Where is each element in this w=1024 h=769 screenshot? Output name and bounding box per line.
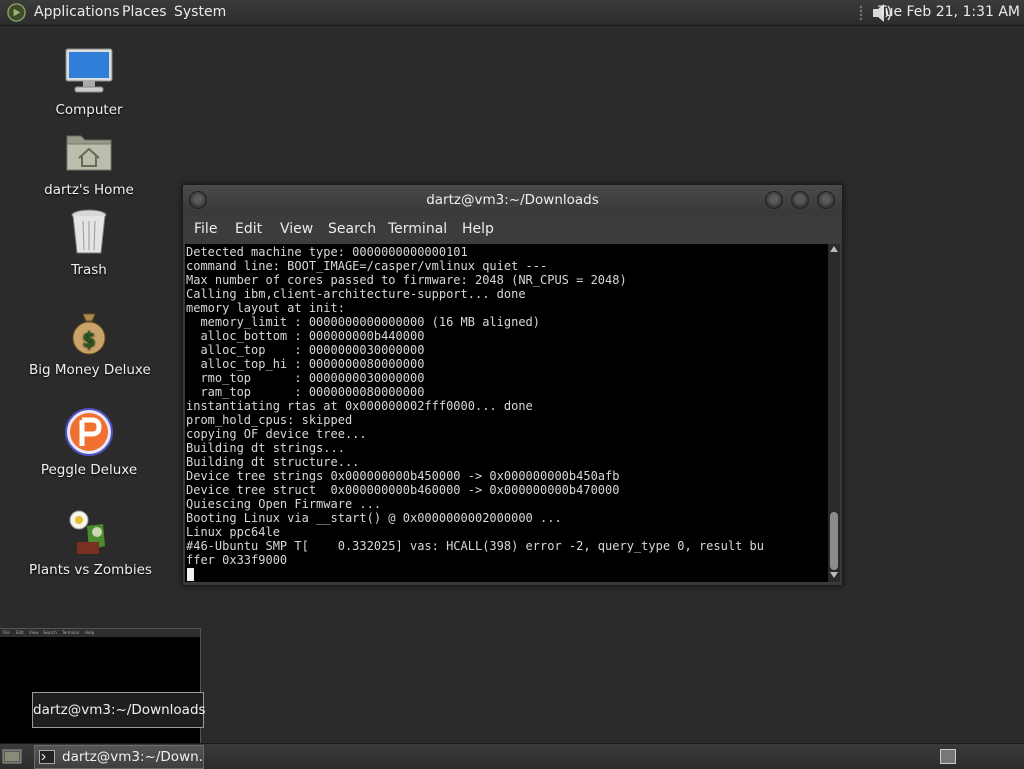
menu-view[interactable]: View — [280, 221, 313, 237]
thumbnail-menu-item: Edit — [16, 630, 24, 635]
menu-file[interactable]: File — [194, 221, 217, 237]
home-folder-icon — [66, 135, 112, 171]
desktop-icon-label: Computer — [55, 102, 123, 118]
minimize-button[interactable] — [765, 191, 783, 209]
thumbnail-menu-item: File — [3, 630, 10, 635]
terminal-cursor — [187, 568, 194, 581]
money-bag-icon: $ — [72, 313, 106, 355]
tray-handle-icon — [859, 5, 863, 21]
show-desktop-icon[interactable] — [2, 748, 22, 765]
top-panel: Applications Places System Tue Feb 21, 1… — [0, 0, 1024, 26]
taskbar-button-terminal[interactable]: dartz@vm3:~/Down... — [34, 745, 204, 769]
desktop-icon-label: dartz's Home — [44, 182, 134, 198]
terminal-output[interactable]: Detected machine type: 0000000000000101 … — [185, 244, 828, 582]
window-tooltip: dartz@vm3:~/Downloads — [32, 692, 206, 728]
computer-icon — [65, 48, 113, 93]
scrollbar-thumb[interactable] — [830, 512, 838, 570]
plants-vs-zombies-icon — [69, 510, 105, 554]
system-menu[interactable]: System — [174, 4, 226, 20]
desktop-icon-label: Big Money Deluxe — [29, 362, 151, 378]
desktop-icon-trash[interactable]: Trash — [29, 206, 149, 278]
close-button[interactable] — [817, 191, 835, 209]
taskbar-button-label: dartz@vm3:~/Down... — [62, 749, 204, 765]
desktop-icon-peggle[interactable]: Peggle Deluxe — [29, 406, 149, 478]
scroll-up-arrow-icon[interactable] — [830, 246, 838, 252]
desktop-icon-computer[interactable]: Computer — [29, 46, 149, 118]
thumbnail-menubar: File Edit View Search Terminal Help — [0, 629, 200, 637]
menu-terminal[interactable]: Terminal — [388, 221, 447, 237]
maximize-button[interactable] — [791, 191, 809, 209]
trash-icon — [71, 209, 107, 254]
gnome-foot-logo-icon[interactable] — [7, 3, 26, 22]
applications-menu[interactable]: Applications — [34, 4, 120, 20]
desktop-icon-label: Trash — [71, 262, 107, 278]
desktop-icon-home[interactable]: dartz's Home — [29, 126, 149, 198]
terminal-text: Detected machine type: 0000000000000101 … — [186, 245, 764, 567]
desktop-icon-label: Peggle Deluxe — [40, 462, 138, 478]
thumbnail-menu-item: View — [29, 630, 39, 635]
menu-help[interactable]: Help — [462, 221, 494, 237]
titlebar[interactable]: dartz@vm3:~/Downloads — [183, 185, 842, 215]
thumbnail-menu-item: Terminal — [62, 630, 79, 635]
bottom-panel: dartz@vm3:~/Down... — [0, 743, 1024, 769]
desktop-icon-big-money[interactable]: $ Big Money Deluxe — [29, 306, 151, 378]
thumbnail-menu-item: Search — [43, 630, 57, 635]
terminal-menubar: File Edit View Search Terminal Help — [183, 215, 842, 244]
menu-edit[interactable]: Edit — [235, 221, 262, 237]
svg-text:$: $ — [82, 327, 96, 351]
window-title: dartz@vm3:~/Downloads — [426, 192, 599, 208]
terminal-icon — [39, 750, 55, 764]
scroll-down-arrow-icon[interactable] — [830, 572, 838, 578]
places-menu[interactable]: Places — [122, 4, 167, 20]
clock[interactable]: Tue Feb 21, 1:31 AM — [878, 4, 1020, 20]
menu-search[interactable]: Search — [328, 221, 376, 237]
terminal-window[interactable]: dartz@vm3:~/Downloads File Edit View Sea… — [182, 184, 843, 586]
thumbnail-menu-item: Help — [85, 630, 95, 635]
workspace-switcher-icon[interactable] — [940, 749, 956, 764]
desktop-icon-plants-vs-zombies[interactable]: Plants vs Zombies — [29, 506, 152, 578]
terminal-scrollbar[interactable] — [828, 244, 840, 582]
desktop-icon-label: Plants vs Zombies — [29, 562, 152, 578]
peggle-icon — [65, 408, 113, 456]
